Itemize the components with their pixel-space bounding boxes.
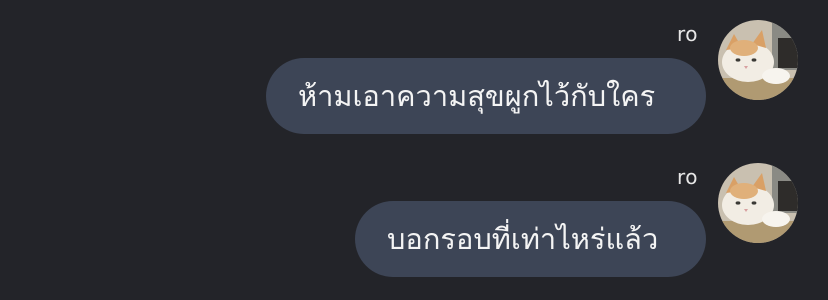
cat-avatar[interactable] [718, 163, 798, 243]
message-bubble[interactable]: ห้ามเอาความสุขผูกไว้กับใคร [266, 58, 706, 134]
sender-name: ro [676, 22, 698, 46]
message-bubble[interactable]: บอกรอบที่เท่าไหร่แล้ว [355, 201, 706, 277]
cat-photo [718, 163, 798, 243]
sender-name: ro [676, 165, 698, 189]
cat-photo [718, 20, 798, 100]
cat-avatar[interactable] [718, 20, 798, 100]
chat-thread: ro ห้ามเอาความสุขผูกไว้กับใคร ro บอกรอบท… [0, 0, 828, 300]
